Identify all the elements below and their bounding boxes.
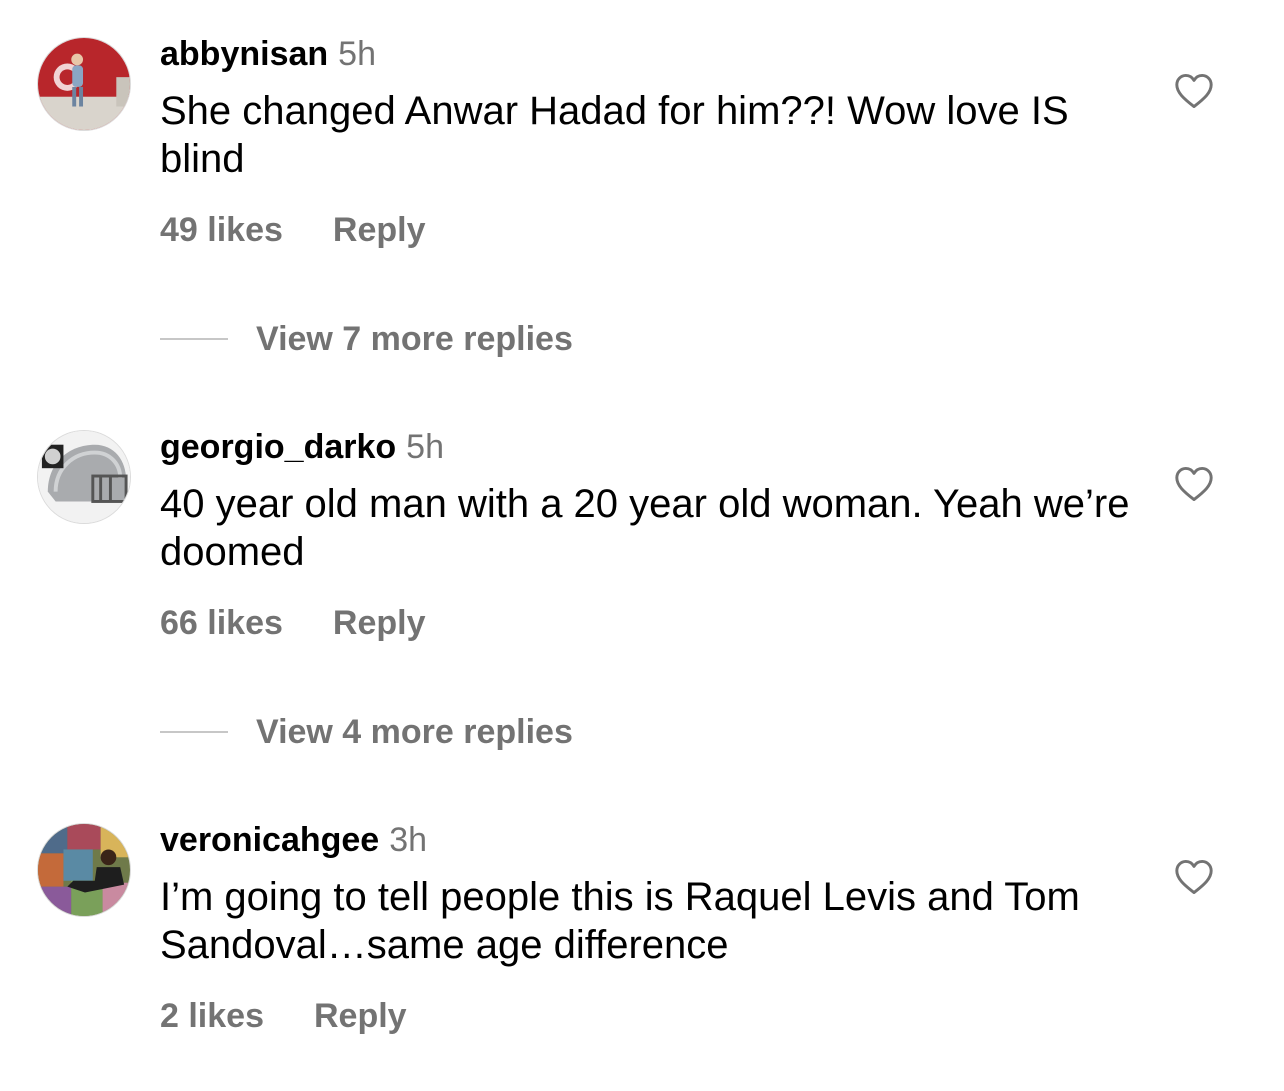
comment-header: abbynisan 5h — [160, 34, 376, 74]
timestamp: 3h — [389, 821, 428, 859]
avatar[interactable] — [37, 37, 131, 131]
replies-divider — [160, 731, 228, 733]
comment-actions: 49 likes Reply — [160, 210, 425, 250]
avatar-photo — [38, 824, 130, 916]
reply-button[interactable]: Reply — [314, 997, 407, 1035]
username[interactable]: veronicahgee — [160, 821, 379, 859]
heart-icon[interactable] — [1174, 859, 1214, 895]
likes-count[interactable]: 49 likes — [160, 211, 283, 249]
avatar[interactable] — [37, 823, 131, 917]
avatar-photo — [38, 38, 130, 130]
username[interactable]: abbynisan — [160, 35, 328, 73]
comment-text: 40 year old man with a 20 year old woman… — [160, 482, 1130, 574]
comment-header: veronicahgee 3h — [160, 820, 427, 860]
comment-text: She changed Anwar Hadad for him??! Wow l… — [160, 89, 1069, 181]
likes-count[interactable]: 66 likes — [160, 604, 283, 642]
comment-header: georgio_darko 5h — [160, 427, 444, 467]
timestamp: 5h — [406, 428, 444, 466]
heart-icon[interactable] — [1174, 466, 1214, 502]
timestamp: 5h — [338, 35, 376, 73]
heart-icon[interactable] — [1174, 73, 1214, 109]
replies-divider — [160, 338, 228, 340]
view-replies-label: View 7 more replies — [256, 320, 573, 358]
reply-button[interactable]: Reply — [333, 604, 426, 642]
view-replies-label: View 4 more replies — [256, 713, 573, 751]
reply-button[interactable]: Reply — [333, 211, 426, 249]
likes-count[interactable]: 2 likes — [160, 997, 264, 1035]
avatar-photo — [38, 431, 130, 523]
comment-actions: 66 likes Reply — [160, 603, 425, 643]
avatar[interactable] — [37, 430, 131, 524]
comment-actions: 2 likes Reply — [160, 996, 407, 1036]
username[interactable]: georgio_darko — [160, 428, 396, 466]
comment-text: I’m going to tell people this is Raquel … — [160, 875, 1080, 967]
